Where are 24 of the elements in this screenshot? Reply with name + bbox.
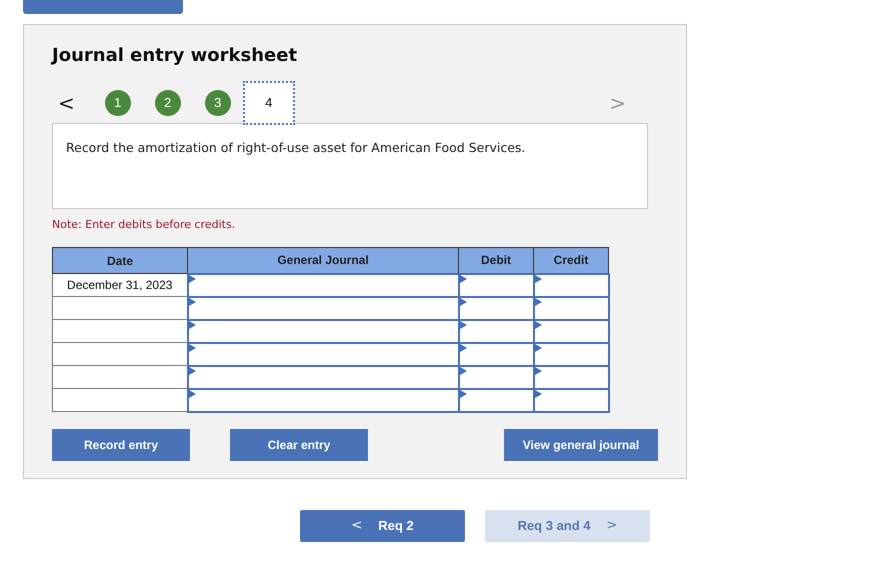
input-field[interactable] (458, 274, 534, 297)
note-text: Note: Enter debits before credits. (52, 216, 236, 233)
clear-button[interactable]: Clear entry (230, 428, 368, 461)
input-field[interactable] (188, 388, 458, 412)
column-header: Date (52, 248, 188, 274)
step-tab[interactable]: 3 (204, 90, 231, 116)
step-tab[interactable]: 1 (104, 90, 131, 116)
input-field[interactable] (188, 366, 458, 389)
input-field[interactable] (188, 320, 458, 343)
date-cell: December 31, 2023 (52, 274, 188, 297)
step-tab[interactable]: 4 (242, 80, 295, 125)
column-header: Debit (458, 248, 534, 274)
column-header: Credit (534, 248, 608, 274)
record-button[interactable]: Record entry (52, 428, 190, 461)
input-field[interactable] (534, 274, 608, 297)
prompt-text: Record the amortization of right-of-use asset for American Food Services. (52, 122, 648, 209)
view-journal-button[interactable]: View general journal (504, 428, 658, 461)
input-field[interactable] (188, 296, 458, 320)
step-tab[interactable]: 2 (154, 90, 181, 116)
input-field[interactable] (188, 274, 458, 297)
column-header: General Journal (188, 248, 458, 274)
input-field[interactable] (188, 342, 458, 366)
previous-button[interactable]: < Req 2 (300, 510, 465, 542)
worksheet-title: Journal entry worksheet (52, 45, 298, 67)
